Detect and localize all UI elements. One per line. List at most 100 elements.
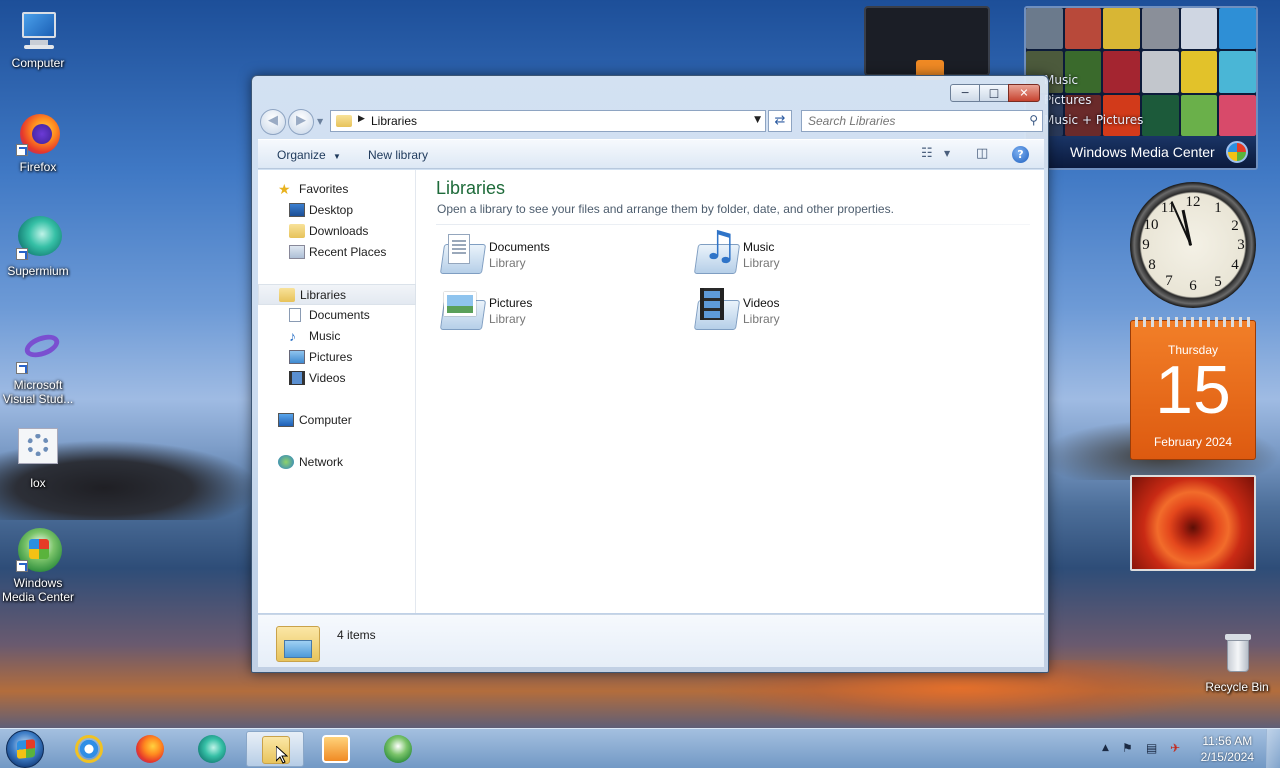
library-name: Music [743, 240, 775, 254]
taskbar-clock[interactable]: 11:56 AM 2/15/2024 [1201, 733, 1254, 765]
back-button[interactable]: ◀ [260, 109, 286, 135]
refresh-button[interactable]: ⇄ [768, 110, 792, 132]
change-view-icon[interactable]: ☷ [921, 146, 933, 161]
breadcrumb-separator-icon[interactable]: ▶ [358, 114, 365, 124]
star-icon: ★ [278, 181, 291, 197]
taskbar-internet-explorer[interactable] [60, 731, 118, 767]
address-bar[interactable]: ▶ Libraries ▼ [330, 110, 766, 132]
library-pictures[interactable]: Pictures Library [436, 288, 656, 338]
nav-item-documents[interactable]: Documents [258, 305, 416, 326]
recent-pages-chevron-icon[interactable]: ▼ [317, 117, 323, 126]
maximize-button[interactable]: □ [979, 84, 1009, 102]
media-center-item-music[interactable]: Music [1044, 70, 1143, 90]
library-music[interactable]: ♫ Music Library [690, 226, 910, 282]
nav-label: Documents [309, 308, 370, 322]
taskbar: ▲ ⚑ ▤ ✈ 11:56 AM 2/15/2024 [0, 728, 1280, 768]
clock-gadget[interactable]: 12 1 2 3 4 5 6 7 8 9 10 11 [1130, 182, 1256, 308]
media-center-title-bar[interactable]: Windows Media Center [1026, 136, 1256, 168]
page-subtitle: Open a library to see your files and arr… [437, 202, 894, 216]
taskbar-windows-explorer[interactable] [246, 731, 304, 767]
search-icon[interactable]: ⚲ [1029, 113, 1038, 127]
content-area: ★ Favorites Desktop Downloads Recent Pla… [258, 170, 1044, 613]
nav-item-videos[interactable]: Videos [258, 368, 416, 389]
close-button[interactable]: ✕ [1008, 84, 1040, 102]
nav-item-music[interactable]: ♪ Music [258, 326, 416, 347]
taskbar-supermium[interactable] [183, 731, 241, 767]
nav-item-libraries[interactable]: Libraries [258, 284, 416, 305]
music-note-icon: ♪ [289, 328, 296, 344]
nav-item-pictures[interactable]: Pictures [258, 347, 416, 368]
show-hidden-icons-chevron-icon[interactable]: ▲ [1102, 743, 1109, 753]
libraries-folder-icon [276, 620, 322, 662]
preview-pane-icon[interactable]: ◫ [976, 146, 988, 161]
nav-item-downloads[interactable]: Downloads [258, 221, 416, 242]
forward-arrow-icon: ▶ [296, 113, 306, 128]
network-icon[interactable]: ▤ [1146, 741, 1157, 755]
nav-label: Downloads [309, 224, 369, 238]
breadcrumb-libraries[interactable]: Libraries [371, 114, 417, 128]
desktop-icon-lox[interactable]: lox [0, 428, 76, 490]
show-desktop-button[interactable] [1266, 729, 1280, 768]
organize-dropdown-icon: ▼ [333, 152, 341, 161]
desktop-icon-label: lox [30, 476, 46, 490]
explorer-window[interactable]: ─ □ ✕ ◀ ▶ ▼ ▶ Libraries ▼ ⇄ ⚲ Organize ▼… [251, 75, 1049, 673]
shortcut-arrow-icon [16, 144, 28, 156]
library-name: Documents [489, 240, 550, 254]
nav-item-desktop[interactable]: Desktop [258, 200, 416, 221]
slideshow-gadget[interactable] [1130, 475, 1256, 571]
navigation-pane: ★ Favorites Desktop Downloads Recent Pla… [258, 170, 416, 613]
clock-number: 7 [1165, 273, 1173, 289]
internet-explorer-icon [75, 735, 103, 763]
videos-library-icon [690, 288, 741, 336]
desktop-icon-firefox[interactable]: Firefox [0, 112, 76, 174]
nav-item-network[interactable]: Network [258, 452, 416, 473]
library-documents[interactable]: Documents Library [436, 232, 656, 282]
videos-icon [289, 371, 305, 385]
library-name: Pictures [489, 296, 533, 310]
search-input[interactable] [808, 112, 1018, 130]
desktop-icon-computer[interactable]: Computer [0, 8, 76, 70]
refresh-icon: ⇄ [774, 113, 786, 128]
nav-item-favorites[interactable]: ★ Favorites [258, 179, 416, 200]
feed-headlines-gadget[interactable] [864, 6, 990, 80]
forward-button[interactable]: ▶ [288, 109, 314, 135]
search-box[interactable]: ⚲ [801, 110, 1043, 132]
taskbar-date: 2/15/2024 [1200, 750, 1254, 764]
desktop-icon-windows-media-center[interactable]: Windows Media Center [0, 528, 76, 604]
clock-number: 3 [1237, 237, 1245, 253]
desktop-icon-label: Supermium [7, 264, 69, 278]
nav-item-computer[interactable]: Computer [258, 410, 416, 431]
minimize-button[interactable]: ─ [950, 84, 980, 102]
desktop-icon-visual-studio[interactable]: Microsoft Visual Stud... [0, 330, 76, 406]
desktop-icon-supermium[interactable]: Supermium [0, 216, 76, 278]
media-center-item-pictures[interactable]: Pictures [1044, 90, 1143, 110]
volume-muted-icon[interactable]: ✈ [1170, 741, 1180, 755]
nav-item-recent-places[interactable]: Recent Places [258, 242, 416, 263]
media-center-item-music-pictures[interactable]: Music + Pictures [1044, 110, 1143, 130]
library-videos[interactable]: Videos Library [690, 288, 910, 338]
new-library-button[interactable]: New library [368, 148, 428, 162]
desktop-icon-recycle-bin[interactable]: Recycle Bin [1199, 632, 1275, 694]
computer-icon [16, 8, 60, 52]
start-button[interactable] [6, 730, 44, 768]
desktop-icon-label: Recycle Bin [1205, 680, 1269, 694]
taskbar-media-player[interactable] [307, 731, 365, 767]
libraries-icon [279, 288, 295, 302]
page-title: Libraries [436, 178, 506, 198]
calendar-rings [1135, 317, 1253, 327]
settings-gear-icon [16, 428, 60, 472]
calendar-gadget[interactable]: Thursday 15 February 2024 [1130, 317, 1256, 460]
taskbar-time: 11:56 AM [1202, 734, 1253, 748]
media-center-gadget[interactable]: Music Pictures Music + Pictures Windows … [1024, 6, 1258, 170]
clock-number: 10 [1143, 217, 1159, 233]
nav-label: Libraries [300, 288, 347, 302]
recent-places-icon [289, 245, 305, 259]
view-options-dropdown-icon[interactable]: ▼ [944, 149, 950, 158]
help-icon[interactable]: ? [1012, 146, 1029, 163]
organize-button[interactable]: Organize ▼ [277, 148, 341, 162]
taskbar-firefox[interactable] [121, 731, 179, 767]
address-dropdown-icon[interactable]: ▼ [754, 115, 761, 125]
taskbar-windows-media-center[interactable] [369, 731, 427, 767]
nav-label: Videos [309, 371, 346, 385]
action-center-flag-icon[interactable]: ⚑ [1122, 741, 1133, 755]
